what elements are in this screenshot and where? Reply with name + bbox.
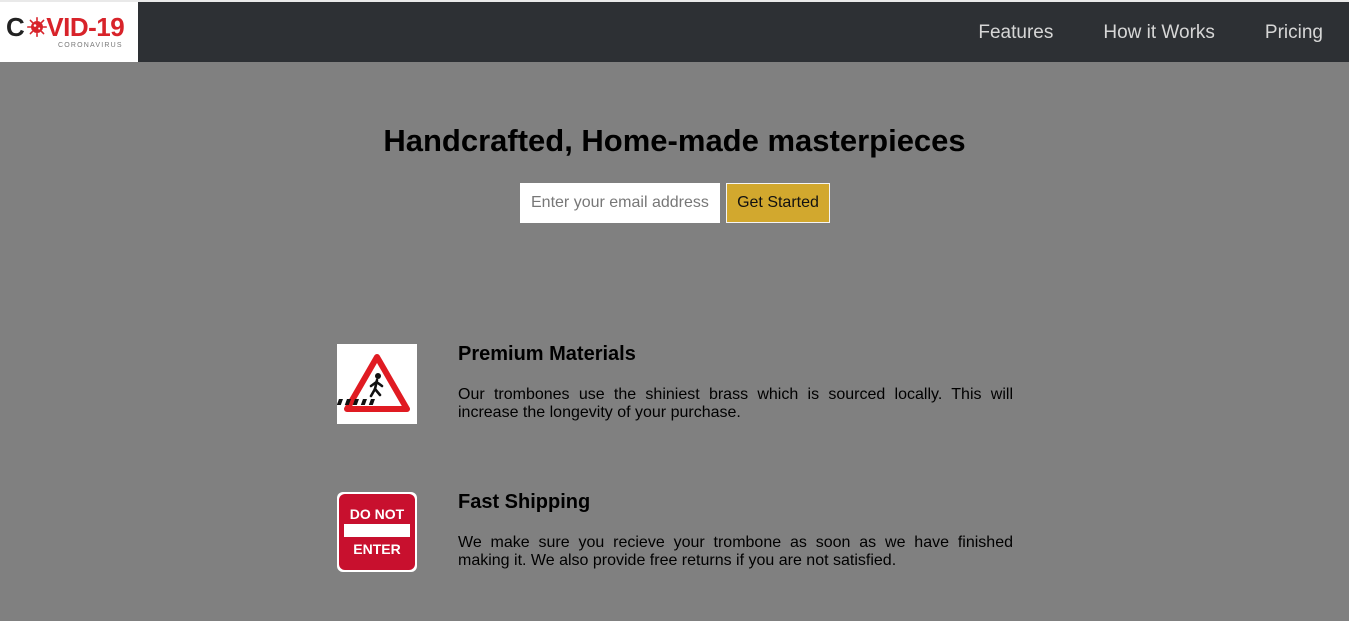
nav-link-how-it-works[interactable]: How it Works [1103, 23, 1215, 42]
feature-description: Our trombones use the shiniest brass whi… [458, 386, 1013, 421]
do-not-enter-sign-icon: DO NOT ENTER [337, 492, 417, 572]
sign-text-top: DO NOT [350, 506, 405, 522]
feature-description: We make sure you recieve your trombone a… [458, 534, 1013, 569]
logo[interactable]: C VID-19 CORONAVIRUS [0, 2, 138, 62]
signup-form: Get Started [520, 183, 830, 223]
hero-title: Handcrafted, Home-made masterpieces [383, 123, 966, 158]
pedestrian-crossing-sign-icon [337, 344, 417, 424]
email-input[interactable] [520, 183, 720, 223]
get-started-button[interactable]: Get Started [726, 183, 830, 223]
feature-title: Fast Shipping [458, 491, 591, 513]
logo-text-before: C [6, 12, 25, 42]
feature-title: Premium Materials [458, 343, 636, 365]
logo-wordmark: C VID-19 [6, 12, 125, 42]
virus-icon [27, 17, 47, 37]
top-nav-bar: C VID-19 CORONAVIRUS Features How it Work… [0, 0, 1349, 62]
main-nav: Features How it Works Pricing [978, 2, 1323, 62]
nav-link-pricing[interactable]: Pricing [1265, 23, 1323, 42]
sign-text-bottom: ENTER [353, 541, 400, 557]
nav-link-features[interactable]: Features [978, 23, 1053, 42]
logo-text-after: VID-19 [46, 12, 125, 42]
logo-subtitle: CORONAVIRUS [58, 42, 123, 49]
